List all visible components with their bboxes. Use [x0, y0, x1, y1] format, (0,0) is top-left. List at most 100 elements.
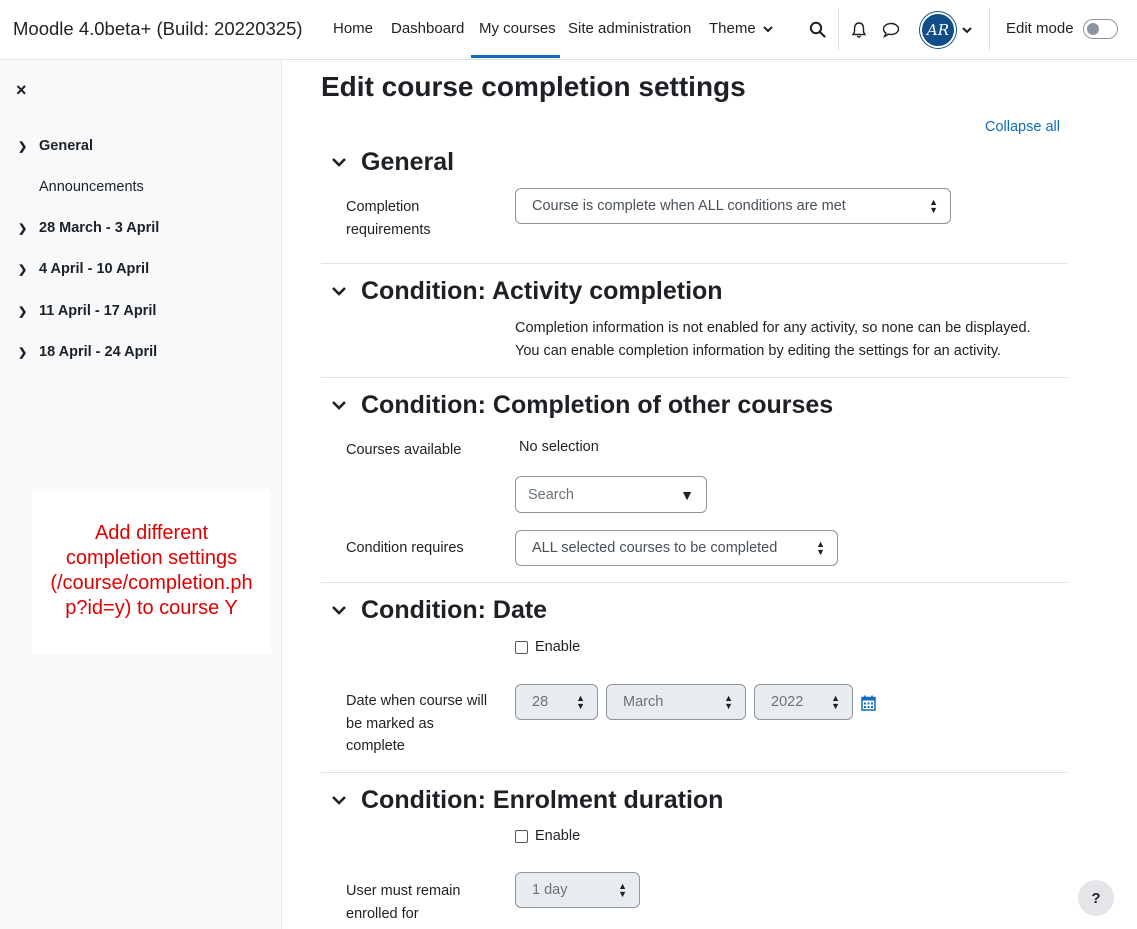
select-value: 1 day — [532, 882, 568, 898]
chevron-down-icon — [332, 286, 346, 296]
chevron-down-icon: ❯ — [18, 346, 28, 359]
chevron-down-icon: ❯ — [18, 263, 28, 276]
checkbox-label: Enable — [535, 639, 581, 655]
label-line: be marked as — [346, 715, 434, 732]
drawer-section-label: General — [39, 138, 93, 154]
select-arrows-icon: ▲ ▼ — [724, 693, 733, 711]
day-select[interactable]: 28 ▲ ▼ — [515, 684, 598, 720]
annotation-line: p?id=y) to course Y — [65, 597, 238, 619]
label-line: enrolled for — [346, 905, 419, 922]
drawer-section-general[interactable]: ❯ General — [18, 138, 93, 154]
section-title: Condition: Enrolment duration — [361, 786, 724, 814]
nav-theme-label: Theme — [709, 20, 756, 37]
annotation-line: (/course/completion.ph — [50, 572, 253, 594]
section-title: General — [361, 148, 455, 176]
user-menu-chevron-icon[interactable] — [962, 26, 972, 34]
section-divider — [321, 263, 1067, 264]
courses-available-label: Courses available — [346, 442, 462, 458]
drawer-section-week-4[interactable]: ❯ 18 April - 24 April — [18, 344, 157, 360]
chat-icon[interactable] — [882, 22, 900, 38]
label-line: requirements — [346, 221, 431, 238]
course-search-input[interactable]: Search ▼ — [515, 476, 707, 513]
navbar-divider — [989, 8, 990, 50]
edit-mode-toggle[interactable] — [1083, 19, 1118, 39]
select-value: March — [623, 694, 664, 710]
month-select[interactable]: March ▲ ▼ — [606, 684, 746, 720]
drawer-section-week-2[interactable]: ❯ 4 April - 10 April — [18, 261, 149, 277]
checkbox-box[interactable] — [515, 829, 528, 843]
navbar-divider — [838, 8, 839, 50]
annotation-note: Add different completion settings (/cour… — [32, 489, 271, 654]
site-brand[interactable]: Moodle 4.0beta+ (Build: 20220325) — [13, 18, 303, 40]
no-selection-text: No selection — [519, 439, 599, 455]
condition-requires-select[interactable]: ALL selected courses to be completed ▲ ▼ — [515, 530, 838, 566]
section-header-activity-completion[interactable]: Condition: Activity completion — [330, 277, 723, 306]
select-arrows-icon: ▲ ▼ — [576, 693, 585, 711]
select-arrows-icon: ▲ ▼ — [618, 881, 627, 899]
enrolment-duration-select[interactable]: 1 day ▲ ▼ — [515, 872, 640, 908]
select-arrows-icon: ▲ ▼ — [816, 539, 825, 557]
label-line: Completion — [346, 199, 420, 215]
select-arrows-icon: ▲ ▼ — [831, 693, 840, 711]
help-button[interactable]: ? — [1078, 880, 1114, 916]
edit-mode-label: Edit mode — [1006, 20, 1074, 37]
drawer-item-announcements[interactable]: Announcements — [39, 179, 144, 195]
select-value: 28 — [532, 694, 549, 710]
top-navbar: Moodle 4.0beta+ (Build: 20220325) Home D… — [0, 0, 1137, 60]
nav-home[interactable]: Home — [333, 20, 373, 37]
label-line: complete — [346, 738, 405, 754]
bell-icon[interactable] — [851, 21, 867, 39]
drawer-section-label: 11 April - 17 April — [39, 303, 157, 319]
chevron-down-icon — [332, 400, 346, 410]
section-divider — [321, 582, 1067, 583]
label-line: Date when course will — [346, 693, 488, 709]
nav-dashboard[interactable]: Dashboard — [391, 20, 464, 37]
section-header-general[interactable]: General — [330, 148, 454, 177]
year-select[interactable]: 2022 ▲ ▼ — [754, 684, 853, 720]
search-icon[interactable] — [809, 21, 826, 38]
section-title: Condition: Completion of other courses — [361, 391, 834, 419]
search-placeholder: Search — [528, 486, 574, 503]
active-nav-indicator — [471, 55, 560, 58]
toggle-knob — [1087, 23, 1099, 35]
info-line: Completion information is not enabled fo… — [515, 320, 1031, 336]
activity-completion-info: Completion information is not enabled fo… — [515, 317, 1031, 362]
section-header-date[interactable]: Condition: Date — [330, 596, 547, 625]
date-enable-checkbox[interactable]: Enable — [515, 639, 580, 655]
dropdown-triangle-icon: ▼ — [680, 487, 694, 503]
drawer-section-week-3[interactable]: ❯ 11 April - 17 April — [18, 303, 156, 319]
annotation-line: Add different — [94, 522, 209, 544]
enrolment-duration-label: User must remain enrolled for — [346, 880, 460, 925]
drawer-section-week-1[interactable]: ❯ 28 March - 3 April — [18, 220, 159, 236]
close-drawer-icon[interactable]: × — [16, 80, 27, 101]
select-value: 2022 — [771, 694, 804, 710]
chevron-down-icon — [332, 157, 346, 167]
chevron-down-icon — [332, 795, 346, 805]
completion-requirements-label: Completion requirements — [346, 196, 431, 241]
select-value: ALL selected courses to be completed — [532, 540, 778, 556]
section-divider — [321, 377, 1067, 378]
chevron-down-icon: ❯ — [18, 222, 28, 235]
user-avatar[interactable]: AR — [920, 12, 956, 48]
enrolment-enable-checkbox[interactable]: Enable — [515, 828, 580, 844]
section-title: Condition: Activity completion — [361, 277, 723, 305]
select-value: Course is complete when ALL conditions a… — [532, 198, 846, 214]
page-title: Edit course completion settings — [321, 71, 746, 102]
drawer-section-label: 28 March - 3 April — [39, 220, 160, 236]
nav-my-courses[interactable]: My courses — [479, 20, 556, 37]
calendar-icon[interactable] — [861, 695, 876, 711]
nav-site-administration[interactable]: Site administration — [568, 20, 691, 37]
section-header-other-courses[interactable]: Condition: Completion of other courses — [330, 391, 833, 420]
info-line: You can enable completion information by… — [515, 342, 1002, 359]
chevron-down-icon: ❯ — [18, 140, 28, 153]
collapse-all-link[interactable]: Collapse all — [985, 119, 1060, 135]
chevron-down-icon: ❯ — [18, 305, 28, 318]
completion-requirements-select[interactable]: Course is complete when ALL conditions a… — [515, 188, 951, 224]
annotation-line: completion settings — [65, 547, 238, 569]
date-label: Date when course will be marked as compl… — [346, 690, 487, 758]
section-header-enrolment-duration[interactable]: Condition: Enrolment duration — [330, 786, 723, 815]
checkbox-box[interactable] — [515, 640, 528, 654]
nav-theme[interactable]: Theme — [709, 20, 773, 37]
chevron-down-icon — [332, 605, 346, 615]
select-arrows-icon: ▲ ▼ — [929, 197, 938, 215]
